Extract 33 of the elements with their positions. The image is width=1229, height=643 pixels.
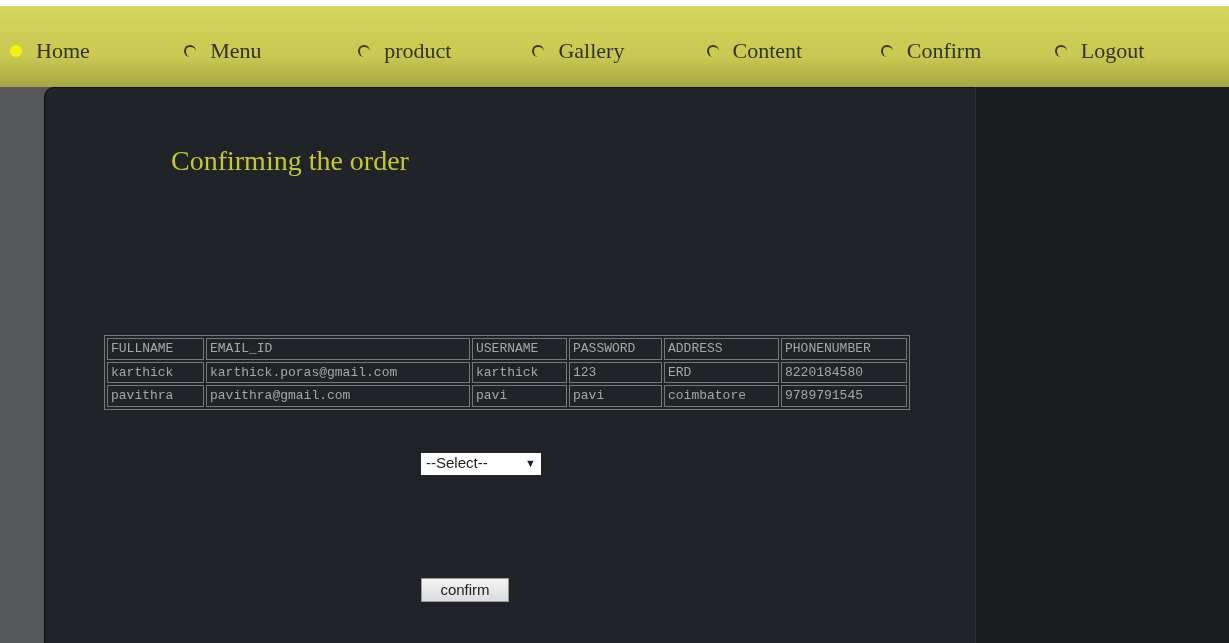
table-cell: pavi bbox=[569, 385, 662, 407]
nav-link[interactable]: Confirm bbox=[880, 34, 1055, 67]
column-header: ADDRESS bbox=[664, 338, 779, 360]
column-header: USERNAME bbox=[472, 338, 567, 360]
select-value: --Select-- bbox=[426, 453, 488, 474]
column-header: FULLNAME bbox=[107, 338, 204, 360]
table-cell: coimbatore bbox=[664, 385, 779, 407]
table-cell: pavithra bbox=[107, 385, 204, 407]
table-cell: ERD bbox=[664, 361, 779, 383]
bullet-icon bbox=[1054, 44, 1067, 57]
column-header: PASSWORD bbox=[569, 338, 662, 360]
bullet-icon bbox=[880, 44, 893, 57]
table-cell: pavithra@gmail.com bbox=[206, 385, 470, 407]
nav-link[interactable]: Logout bbox=[1054, 34, 1229, 67]
table-cell: karthick.poras@gmail.com bbox=[206, 361, 470, 383]
table-cell: 123 bbox=[569, 361, 662, 383]
nav-link[interactable]: Menu bbox=[184, 34, 359, 67]
page-title: Confirming the order bbox=[171, 144, 409, 178]
select-dropdown[interactable]: --Select-- ▼ bbox=[421, 452, 541, 475]
nav-link[interactable]: Gallery bbox=[532, 34, 707, 67]
dropdown-arrow-icon: ▼ bbox=[525, 455, 536, 472]
column-header: EMAIL_ID bbox=[206, 338, 470, 360]
nav-link[interactable]: Content bbox=[706, 34, 881, 67]
table-cell: karthick bbox=[107, 361, 204, 383]
nav-link[interactable]: Home bbox=[10, 34, 185, 67]
table-cell: pavi bbox=[472, 385, 567, 407]
column-header: PHONENUMBER bbox=[781, 338, 907, 360]
confirm-button[interactable]: confirm bbox=[421, 577, 509, 602]
nav-link[interactable]: product bbox=[358, 34, 533, 67]
bullet-icon bbox=[706, 44, 719, 57]
table-cell: karthick bbox=[472, 361, 567, 383]
table-cell: 9789791545 bbox=[781, 385, 907, 407]
table-cell: 8220184580 bbox=[781, 361, 907, 383]
